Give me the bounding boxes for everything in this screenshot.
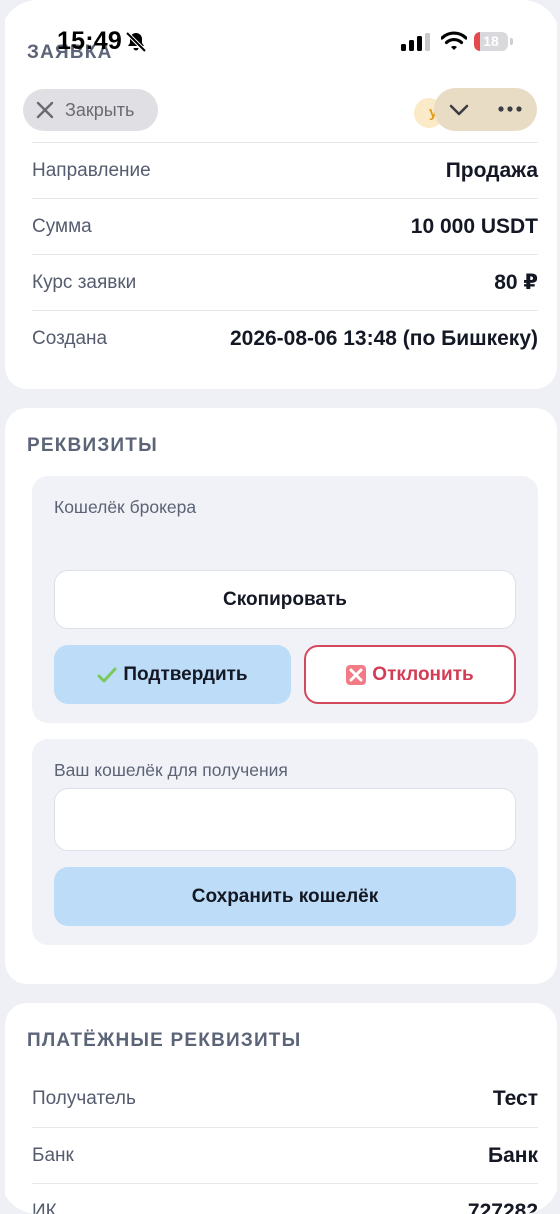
order-card: ЗАЯВКА Направление Продажа Сумма 10 000 …	[5, 0, 557, 389]
broker-wallet-label: Кошелёк брокера	[54, 497, 197, 517]
payment-card: ПЛАТЁЖНЫЕ РЕКВИЗИТЫ Получатель Тест Банк…	[5, 1003, 557, 1214]
reject-button[interactable]: Отклонить	[304, 645, 516, 704]
copy-button[interactable]: Скопировать	[54, 570, 516, 629]
battery-icon: 18	[474, 32, 514, 52]
confirm-button-label: Подтвердить	[123, 663, 248, 685]
cross-icon	[346, 664, 367, 685]
order-row-rate: Курс заявки 80 ₽	[32, 254, 538, 310]
row-value: 10 000 USDT	[410, 214, 538, 238]
row-value: 727282	[467, 1199, 538, 1214]
row-label: Сумма	[32, 215, 92, 237]
status-time: 15:49	[57, 27, 122, 55]
row-value: Тест	[492, 1087, 538, 1110]
payment-row-bank: Банк Банк	[32, 1127, 538, 1183]
row-label: ИК	[32, 1200, 57, 1214]
row-label: Получатель	[32, 1088, 136, 1109]
row-value: 2026-08-06 13:48 (по Бишкеку)	[229, 326, 538, 350]
order-row-created: Создана 2026-08-06 13:48 (по Бишкеку)	[32, 310, 538, 366]
bell-muted-icon	[125, 31, 147, 53]
order-row-amount: Сумма 10 000 USDT	[32, 198, 538, 254]
row-label: Банк	[32, 1144, 74, 1166]
payment-row-recipient: Получатель Тест	[32, 1071, 538, 1127]
confirm-button[interactable]: Подтвердить	[54, 645, 291, 704]
row-label: Курс заявки	[32, 271, 137, 293]
more-dots-icon[interactable]	[498, 106, 522, 112]
your-wallet-panel: Ваш кошелёк для получения Сохранить коше…	[32, 739, 538, 945]
save-wallet-button[interactable]: Сохранить кошелёк	[54, 867, 516, 926]
requisites-card: РЕКВИЗИТЫ Кошелёк брокера Скопировать По…	[5, 408, 557, 984]
row-label: Направление	[32, 159, 151, 181]
battery-level: 18	[483, 33, 499, 49]
header-menu-pill	[434, 88, 537, 131]
row-value: 80 ₽	[494, 271, 538, 294]
close-button[interactable]: Закрыть	[23, 89, 158, 131]
payment-row-id: ИК 727282	[32, 1183, 538, 1214]
order-row-direction: Направление Продажа	[32, 142, 538, 198]
chevron-down-icon[interactable]	[448, 99, 470, 121]
battery-body: 18	[474, 32, 508, 51]
payment-section-title: ПЛАТЁЖНЫЕ РЕКВИЗИТЫ	[27, 1030, 302, 1051]
screen: ЗАЯВКА Направление Продажа Сумма 10 000 …	[0, 0, 560, 1214]
broker-wallet-panel: Кошелёк брокера Скопировать Подтвердить …	[32, 476, 538, 723]
battery-cap	[510, 38, 513, 45]
your-wallet-label: Ваш кошелёк для получения	[54, 760, 288, 780]
close-icon	[36, 101, 54, 119]
requisites-section-title: РЕКВИЗИТЫ	[27, 435, 158, 456]
row-value: Продажа	[445, 158, 538, 182]
check-icon	[97, 667, 117, 682]
row-label: Создана	[32, 327, 108, 349]
wifi-icon	[441, 31, 467, 50]
close-button-label: Закрыть	[65, 99, 135, 120]
row-value: Банк	[488, 1143, 538, 1167]
reject-button-label: Отклонить	[372, 663, 474, 685]
wallet-address-input[interactable]	[54, 788, 516, 851]
cellular-signal-icon	[401, 33, 430, 51]
